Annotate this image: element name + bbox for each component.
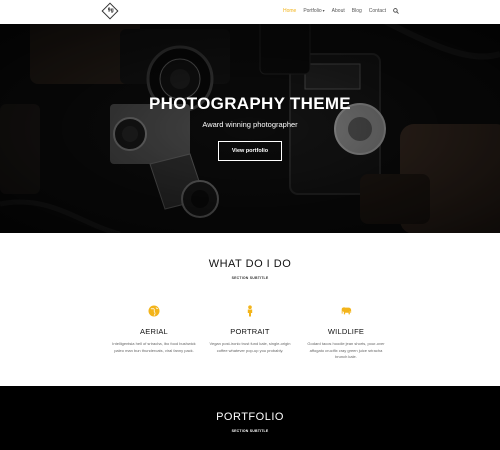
- main-menu: Home Portfolio▾ About Blog Contact: [283, 8, 399, 14]
- service-aerial: AERIAL Intelligentsia hell of sriracha, …: [112, 305, 196, 354]
- service-name: WILDLIFE: [327, 327, 365, 336]
- service-portrait: PORTRAIT Vegan post-ironic trust fund ka…: [208, 305, 292, 354]
- nav-item-portfolio-label: Portfolio: [303, 8, 322, 14]
- globe-icon: [148, 305, 160, 317]
- service-name: PORTRAIT: [230, 327, 270, 336]
- service-description: Vegan post-ironic trust fund kale, singl…: [209, 341, 291, 353]
- section-subtitle: SECTION SUBTITLE: [231, 429, 269, 433]
- hero-title: PHOTOGRAPHY THEME: [149, 94, 351, 113]
- site-logo[interactable]: 9g: [101, 2, 119, 20]
- logo-text: 9g: [107, 7, 114, 14]
- nav-item-contact[interactable]: Contact: [369, 8, 386, 14]
- service-wildlife: WILDLIFE Godard tacos hoodie jean shorts…: [304, 305, 388, 361]
- section-title: PORTFOLIO: [216, 411, 284, 423]
- chevron-down-icon: ▾: [322, 8, 325, 13]
- nav-item-portfolio[interactable]: Portfolio▾: [303, 8, 324, 14]
- service-description: Godard tacos hoodie jean shorts, pour-ov…: [307, 341, 385, 359]
- view-portfolio-button[interactable]: View portfolio: [218, 141, 282, 161]
- person-icon: [244, 305, 256, 317]
- service-description: Intelligentsia hell of sriracha, ibo foo…: [112, 341, 196, 353]
- hero-banner: PHOTOGRAPHY THEME Award winning photogra…: [0, 24, 500, 233]
- hero-subtitle: Award winning photographer: [202, 120, 298, 129]
- service-name: AERIAL: [140, 327, 168, 336]
- services-section: WHAT DO I DO SECTION SUBTITLE AERIAL Int…: [0, 233, 500, 386]
- section-title: WHAT DO I DO: [208, 258, 292, 270]
- section-subtitle: SECTION SUBTITLE: [231, 276, 269, 280]
- search-icon[interactable]: [393, 8, 399, 14]
- nav-item-blog[interactable]: Blog: [352, 8, 362, 14]
- elephant-icon: [340, 305, 352, 317]
- nav-item-home[interactable]: Home: [283, 8, 296, 14]
- nav-item-about[interactable]: About: [332, 8, 345, 14]
- portfolio-section: PORTFOLIO SECTION SUBTITLE: [0, 386, 500, 450]
- top-navbar: 9g Home Portfolio▾ About Blog Contact: [0, 0, 500, 24]
